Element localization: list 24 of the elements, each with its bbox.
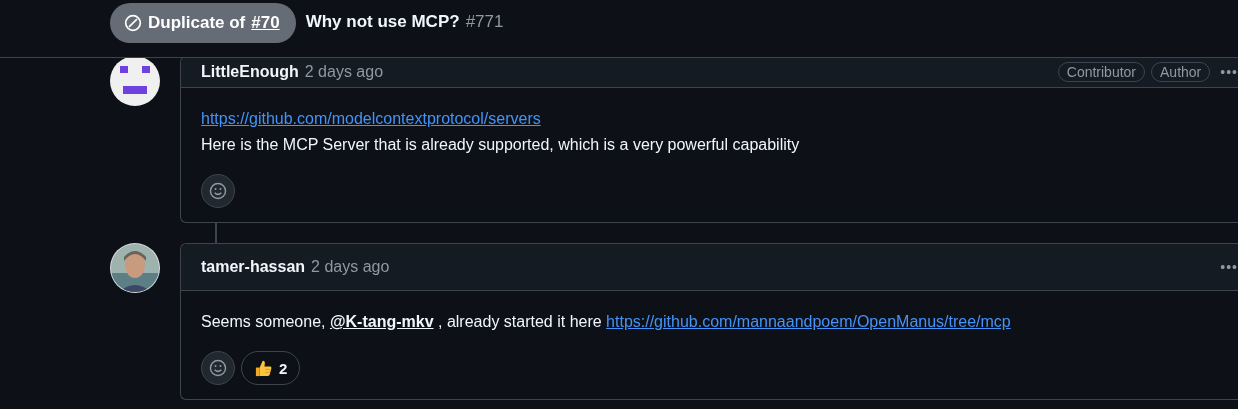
author-name[interactable]: LittleEnough (201, 63, 299, 81)
more-options-button[interactable]: ••• (1216, 64, 1238, 80)
thumbs-up-icon (254, 358, 273, 378)
url-link[interactable]: https://github.com/modelcontextprotocol/servers (201, 110, 541, 127)
state-label: Duplicate of (148, 12, 246, 33)
reaction-button[interactable]: 2 (241, 351, 301, 385)
avatar[interactable] (110, 243, 160, 293)
comment-time[interactable]: 2 days ago (304, 63, 384, 81)
comment-time[interactable]: 2 days ago (311, 258, 390, 276)
avatar[interactable] (110, 56, 160, 106)
add-reaction-button[interactable] (201, 174, 235, 208)
more-options-button[interactable]: ••• (1216, 259, 1238, 275)
slash-circle-icon (124, 13, 142, 32)
comment-text: Here is the MCP Server that is already supported, which is a very powerful capability (201, 135, 801, 155)
add-reaction-button[interactable] (201, 351, 235, 385)
issue-number: #771 (465, 11, 504, 32)
smiley-icon (209, 359, 227, 377)
url-link[interactable]: https://github.com/mannaandpoem/OpenManus/tree/mcp (606, 313, 1011, 330)
comment-text: Seems someone, @K-tang-mkv , already started it here https://github.com/mannaandpoem/OpenManus/tree/mcp (201, 312, 1012, 332)
user-mention[interactable]: @K-tang-mkv (329, 313, 434, 330)
issue-title: Why not use MCP? (305, 11, 460, 32)
issue-link[interactable]: #70 (251, 12, 280, 33)
smiley-icon (209, 182, 227, 200)
author-name[interactable]: tamer-hassan (201, 258, 306, 276)
